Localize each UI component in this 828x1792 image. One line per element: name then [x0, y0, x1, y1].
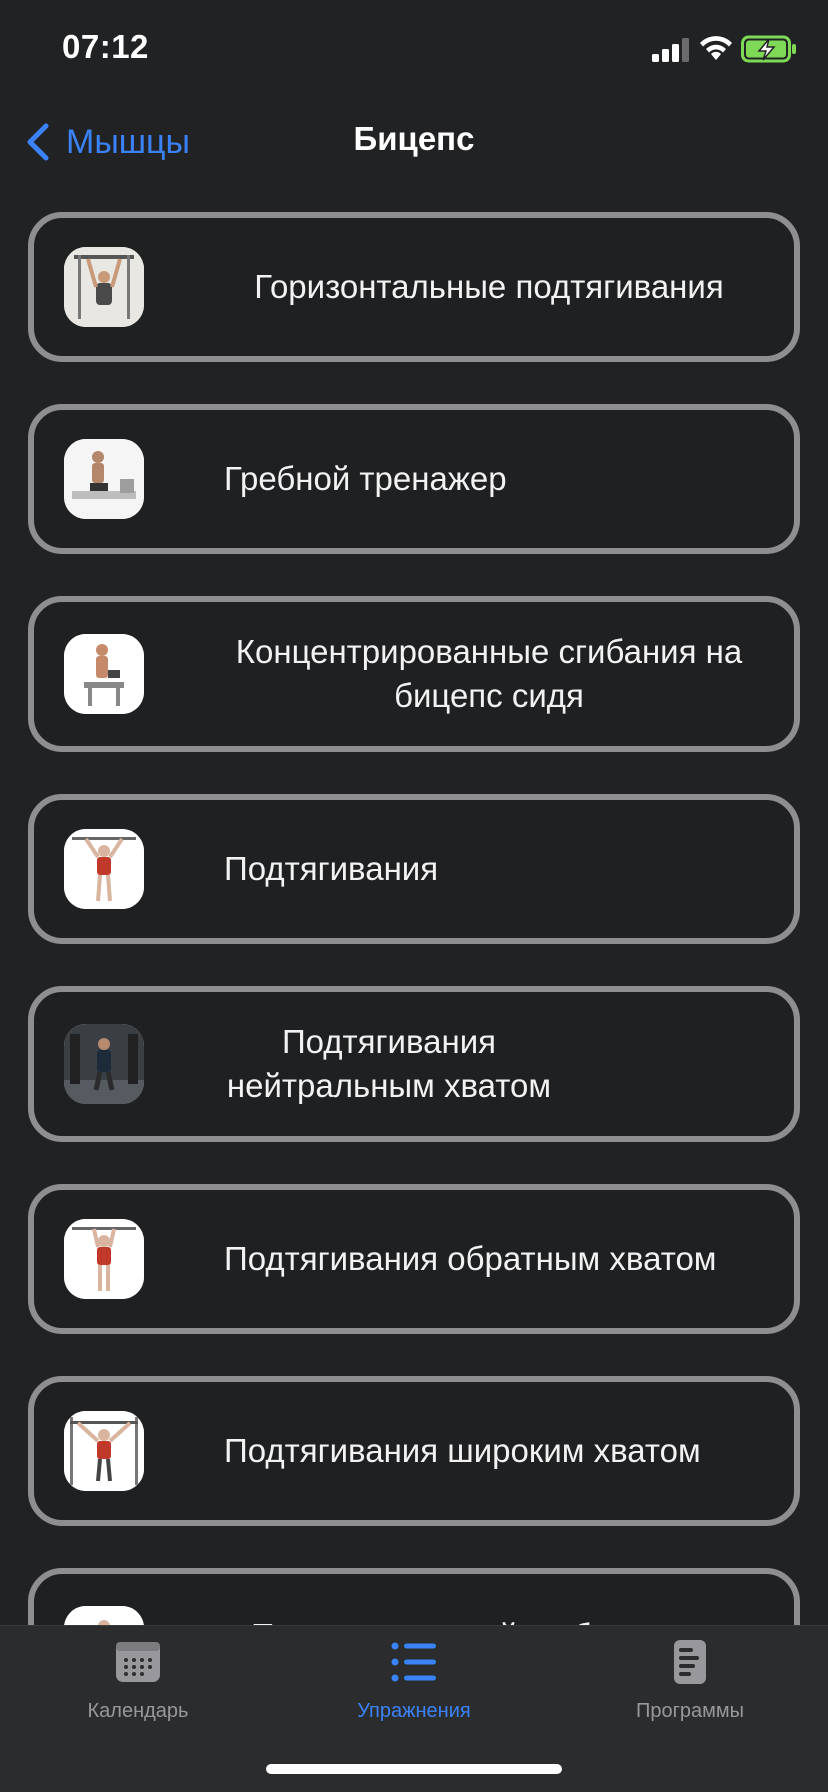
list-icon: [391, 1642, 436, 1682]
status-time: 07:12: [62, 28, 149, 65]
exercise-thumbnail: [64, 1024, 144, 1104]
exercise-label: Подтягивания нейтральным хватом: [226, 1023, 552, 1104]
home-indicator[interactable]: [266, 1764, 562, 1774]
wifi-icon: [700, 36, 732, 60]
exercise-card[interactable]: Концентрированные сгибания на бицепс сид…: [28, 596, 800, 752]
exercise-thumbnail: [64, 439, 144, 519]
exercise-thumbnail: [64, 829, 144, 909]
page-title: Бицепс: [353, 120, 475, 157]
app-screen: 07:12 Мышцы Бицепс Горизонтальные подтяг…: [0, 0, 828, 1792]
exercise-thumbnail: [64, 634, 144, 714]
exercise-thumbnail: [64, 1411, 144, 1491]
exercise-card[interactable]: Подъем гантелей на бицепс на: [28, 1568, 800, 1625]
tab-programs-label: Программы: [635, 1700, 745, 1722]
tab-exercises-label: Упражнения: [357, 1700, 471, 1722]
battery-charging-icon: [741, 35, 796, 63]
exercise-label: Подтягивания: [224, 850, 439, 887]
navigation-bar: Мышцы Бицепс: [0, 100, 828, 180]
exercise-label: Концентрированные сгибания на бицепс сид…: [235, 633, 743, 714]
exercise-thumbnail: [64, 1219, 144, 1299]
exercise-thumbnail: [64, 1606, 144, 1625]
tab-programs[interactable]: Программы: [552, 1626, 828, 1736]
exercise-thumbnail: [64, 247, 144, 327]
cellular-signal-icon: [652, 38, 689, 62]
exercise-card[interactable]: Горизонтальные подтягивания: [28, 212, 800, 362]
document-icon: [674, 1640, 706, 1684]
exercise-card[interactable]: Подтягивания обратным хватом: [28, 1184, 800, 1334]
exercise-label: Подъем гантелей на бицепс на: [224, 1614, 754, 1625]
calendar-icon: [116, 1642, 160, 1682]
exercise-card[interactable]: Подтягивания: [28, 794, 800, 944]
exercise-label: Гребной тренажер: [224, 460, 507, 497]
exercise-card[interactable]: Подтягивания широким хватом: [28, 1376, 800, 1526]
exercise-card[interactable]: Гребной тренажер: [28, 404, 800, 554]
exercise-list[interactable]: Горизонтальные подтягивания Гребной трен…: [0, 210, 828, 1625]
tab-exercises[interactable]: Упражнения: [276, 1626, 552, 1736]
status-bar: 07:12: [0, 0, 828, 100]
exercise-label: Подтягивания широким хватом: [224, 1432, 701, 1469]
tab-calendar-label: Календарь: [87, 1700, 189, 1722]
exercise-label: Горизонтальные подтягивания: [254, 268, 724, 305]
exercise-label: Подтягивания обратным хватом: [224, 1240, 717, 1277]
tab-calendar[interactable]: Календарь: [0, 1626, 276, 1736]
exercise-card[interactable]: Подтягивания нейтральным хватом: [28, 986, 800, 1142]
